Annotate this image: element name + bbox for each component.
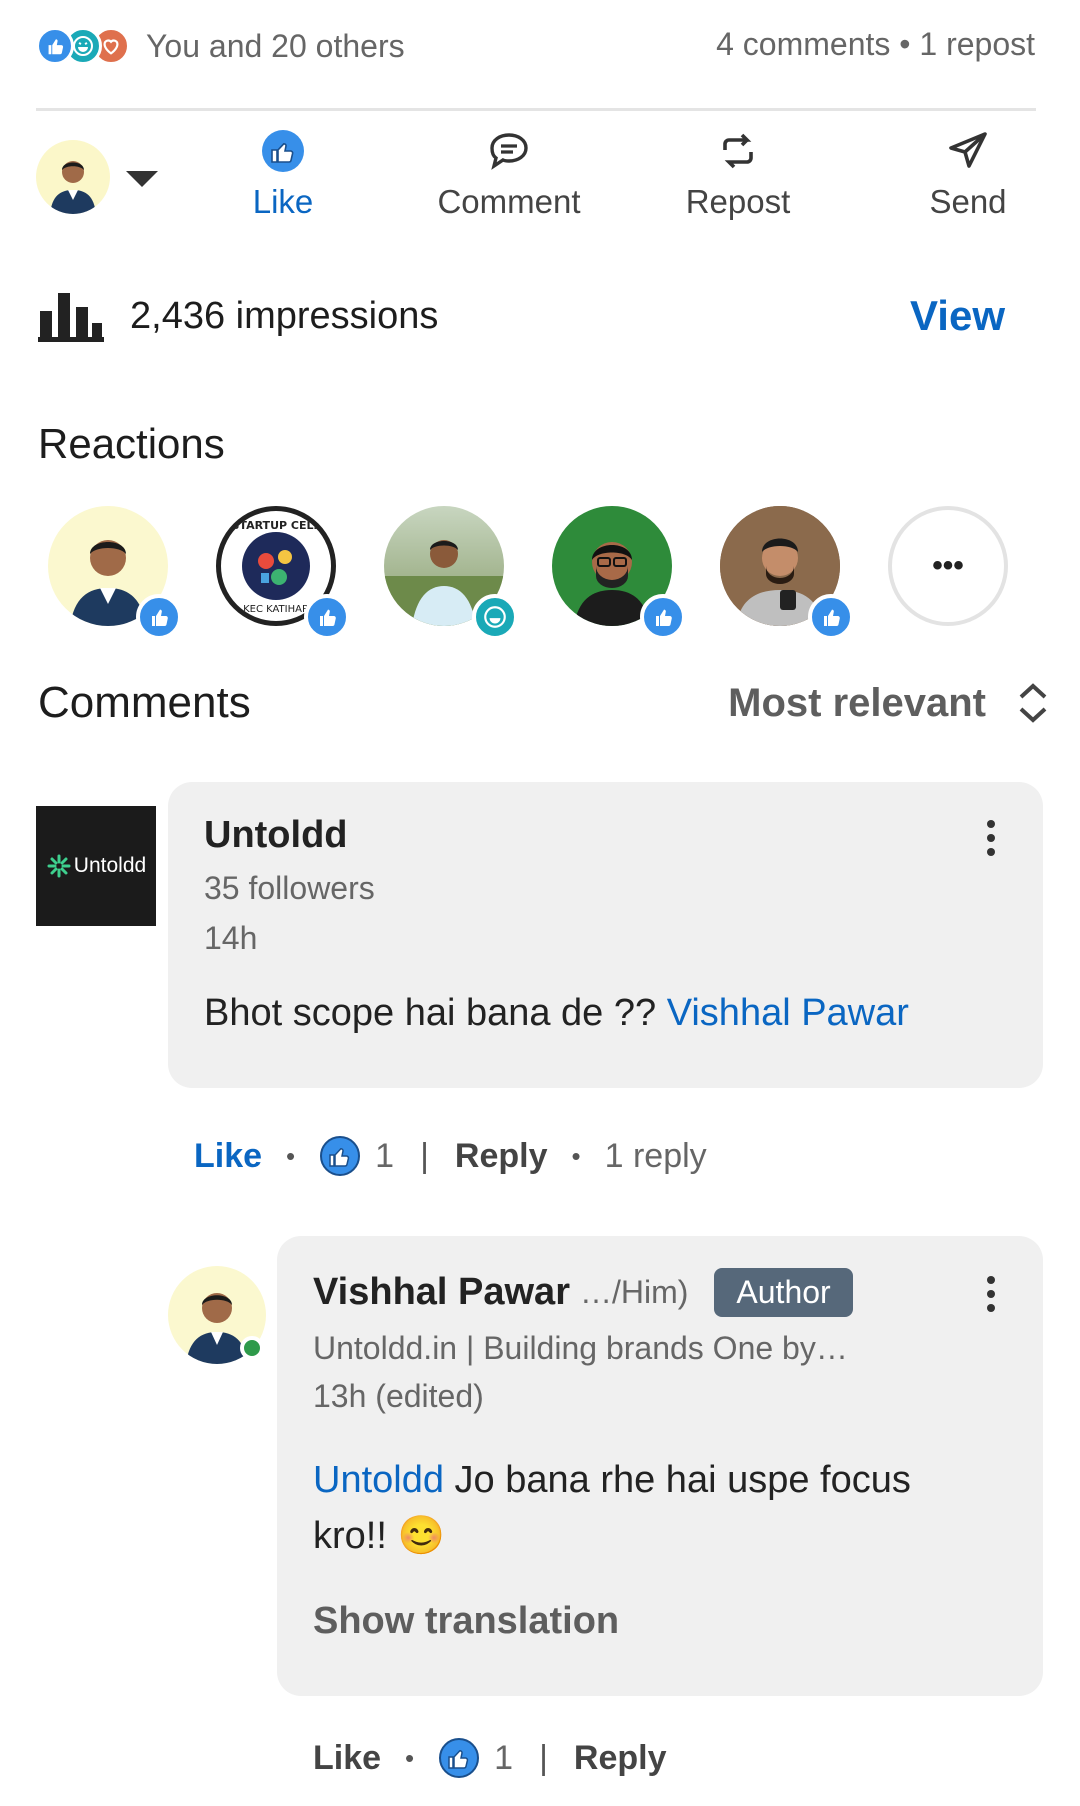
separator-dot: • (405, 1742, 415, 1773)
untoldd-logo-text: Untoldd (73, 854, 147, 877)
comment-like-count[interactable]: 1 (375, 1137, 394, 1176)
reply-reply-button[interactable]: Reply (574, 1739, 667, 1778)
reaction-actor-switcher[interactable] (36, 140, 162, 214)
untoldd-logo-icon (47, 854, 71, 878)
smile-emoji: 😊 (397, 1515, 445, 1557)
send-action-label: Send (929, 183, 1007, 220)
like-badge-icon (640, 594, 686, 640)
comment-icon (490, 133, 528, 170)
sort-label: Most relevant (728, 680, 986, 725)
comment-text: Bhot scope hai bana de ?? Vishhal Pawar (204, 992, 909, 1035)
separator-dot: • (571, 1140, 581, 1171)
reply-author-subtitle: Untoldd.in | Building brands One by… (313, 1330, 848, 1366)
like-badge-icon (136, 594, 182, 640)
untoldd-logo-avatar[interactable]: Untoldd (36, 806, 156, 926)
comment-action-label: Comment (437, 183, 581, 220)
svg-text:KEC KATIHAR: KEC KATIHAR (243, 604, 309, 615)
reply-like-button[interactable]: Like (313, 1739, 381, 1778)
separator-dot: • (286, 1140, 296, 1171)
reply-text-line1: Jo bana rhe hai uspe focus (443, 1459, 911, 1501)
comment-time: 14h (204, 920, 258, 956)
thumbs-up-icon (262, 130, 304, 172)
reactor-avatar[interactable] (552, 506, 686, 640)
reply-text: Untoldd Jo bana rhe hai uspe focus kro!!… (313, 1452, 1013, 1564)
like-count-icon (320, 1136, 361, 1176)
reply-author-avatar[interactable] (168, 1266, 266, 1364)
reactions-count-text: You and 20 others (146, 27, 405, 64)
like-count-icon (439, 1738, 480, 1778)
like-reaction-icon (36, 27, 74, 65)
reply-author-pronoun: …/Him) (579, 1273, 689, 1310)
comment-text-plain: Bhot scope hai bana de ?? (204, 992, 667, 1034)
online-status-dot (240, 1336, 264, 1360)
comments-heading: Comments (38, 678, 251, 727)
author-badge: Author (714, 1267, 853, 1317)
view-analytics-link[interactable]: View (910, 292, 1005, 340)
reply-actions-row: Like • 1 | Reply (313, 1730, 667, 1786)
show-translation-link[interactable]: Show translation (313, 1600, 619, 1643)
reply-author[interactable]: Vishhal Pawar (313, 1271, 570, 1314)
like-action-label: Like (252, 183, 314, 220)
sort-comments-dropdown[interactable]: Most relevant (728, 678, 1050, 728)
reply-like-count[interactable]: 1 (494, 1739, 513, 1778)
more-reactions-button[interactable]: ••• (888, 506, 1008, 626)
comment-action-button[interactable]: Comment (424, 128, 594, 221)
divider (36, 108, 1036, 111)
bar-chart-icon (38, 293, 104, 342)
like-badge-icon (808, 594, 854, 640)
reactions-heading: Reactions (38, 420, 225, 467)
sort-chevrons-icon (1019, 683, 1047, 723)
user-avatar (36, 140, 110, 214)
send-action-button[interactable]: Send (908, 128, 1028, 221)
reactor-avatar[interactable]: STARTUP CELL KEC KATIHAR (216, 506, 350, 640)
comment-actions-row: Like • 1 | Reply • 1 reply (194, 1128, 707, 1184)
like-action-button[interactable]: Like (223, 128, 343, 221)
separator-bar: | (420, 1136, 429, 1175)
reply-mention-link[interactable]: Untoldd (313, 1459, 444, 1501)
reply-bubble: Vishhal Pawar …/Him) Author Untoldd.in |… (277, 1236, 1043, 1696)
impressions-count: 2,436 impressions (130, 294, 439, 337)
comment-reply-count[interactable]: 1 reply (605, 1137, 707, 1176)
comment-author[interactable]: Untoldd (204, 814, 348, 857)
comment-overflow-menu[interactable] (987, 820, 995, 856)
caret-down-icon (126, 171, 158, 187)
reply-header: Vishhal Pawar …/Him) Author (313, 1264, 853, 1320)
impressions-row: 2,436 impressions (38, 288, 438, 344)
comment-like-button[interactable]: Like (194, 1137, 262, 1176)
reactor-avatar[interactable] (720, 506, 854, 640)
comments-reposts-stats[interactable]: 4 comments • 1 repost (716, 22, 1035, 66)
funny-badge-icon (472, 594, 518, 640)
comment-mention-link[interactable]: Vishhal Pawar (667, 992, 909, 1034)
reply-overflow-menu[interactable] (987, 1276, 995, 1312)
reply-time: 13h (edited) (313, 1378, 484, 1414)
reaction-summary[interactable]: You and 20 others (36, 18, 405, 74)
svg-text:STARTUP CELL: STARTUP CELL (232, 519, 321, 532)
repost-icon (723, 133, 753, 169)
comment-bubble: Untoldd 35 followers 14h Bhot scope hai … (168, 782, 1043, 1088)
send-icon (949, 132, 987, 168)
repost-action-label: Repost (685, 183, 791, 220)
reactor-avatar[interactable] (384, 506, 518, 640)
reactor-avatar[interactable] (48, 506, 182, 640)
repost-action-button[interactable]: Repost (668, 128, 808, 221)
comment-author-subtitle: 35 followers (204, 870, 375, 906)
like-badge-icon (304, 594, 350, 640)
comment-reply-button[interactable]: Reply (455, 1137, 548, 1176)
separator-bar: | (539, 1738, 548, 1777)
reply-text-line2: kro!! (313, 1515, 398, 1557)
